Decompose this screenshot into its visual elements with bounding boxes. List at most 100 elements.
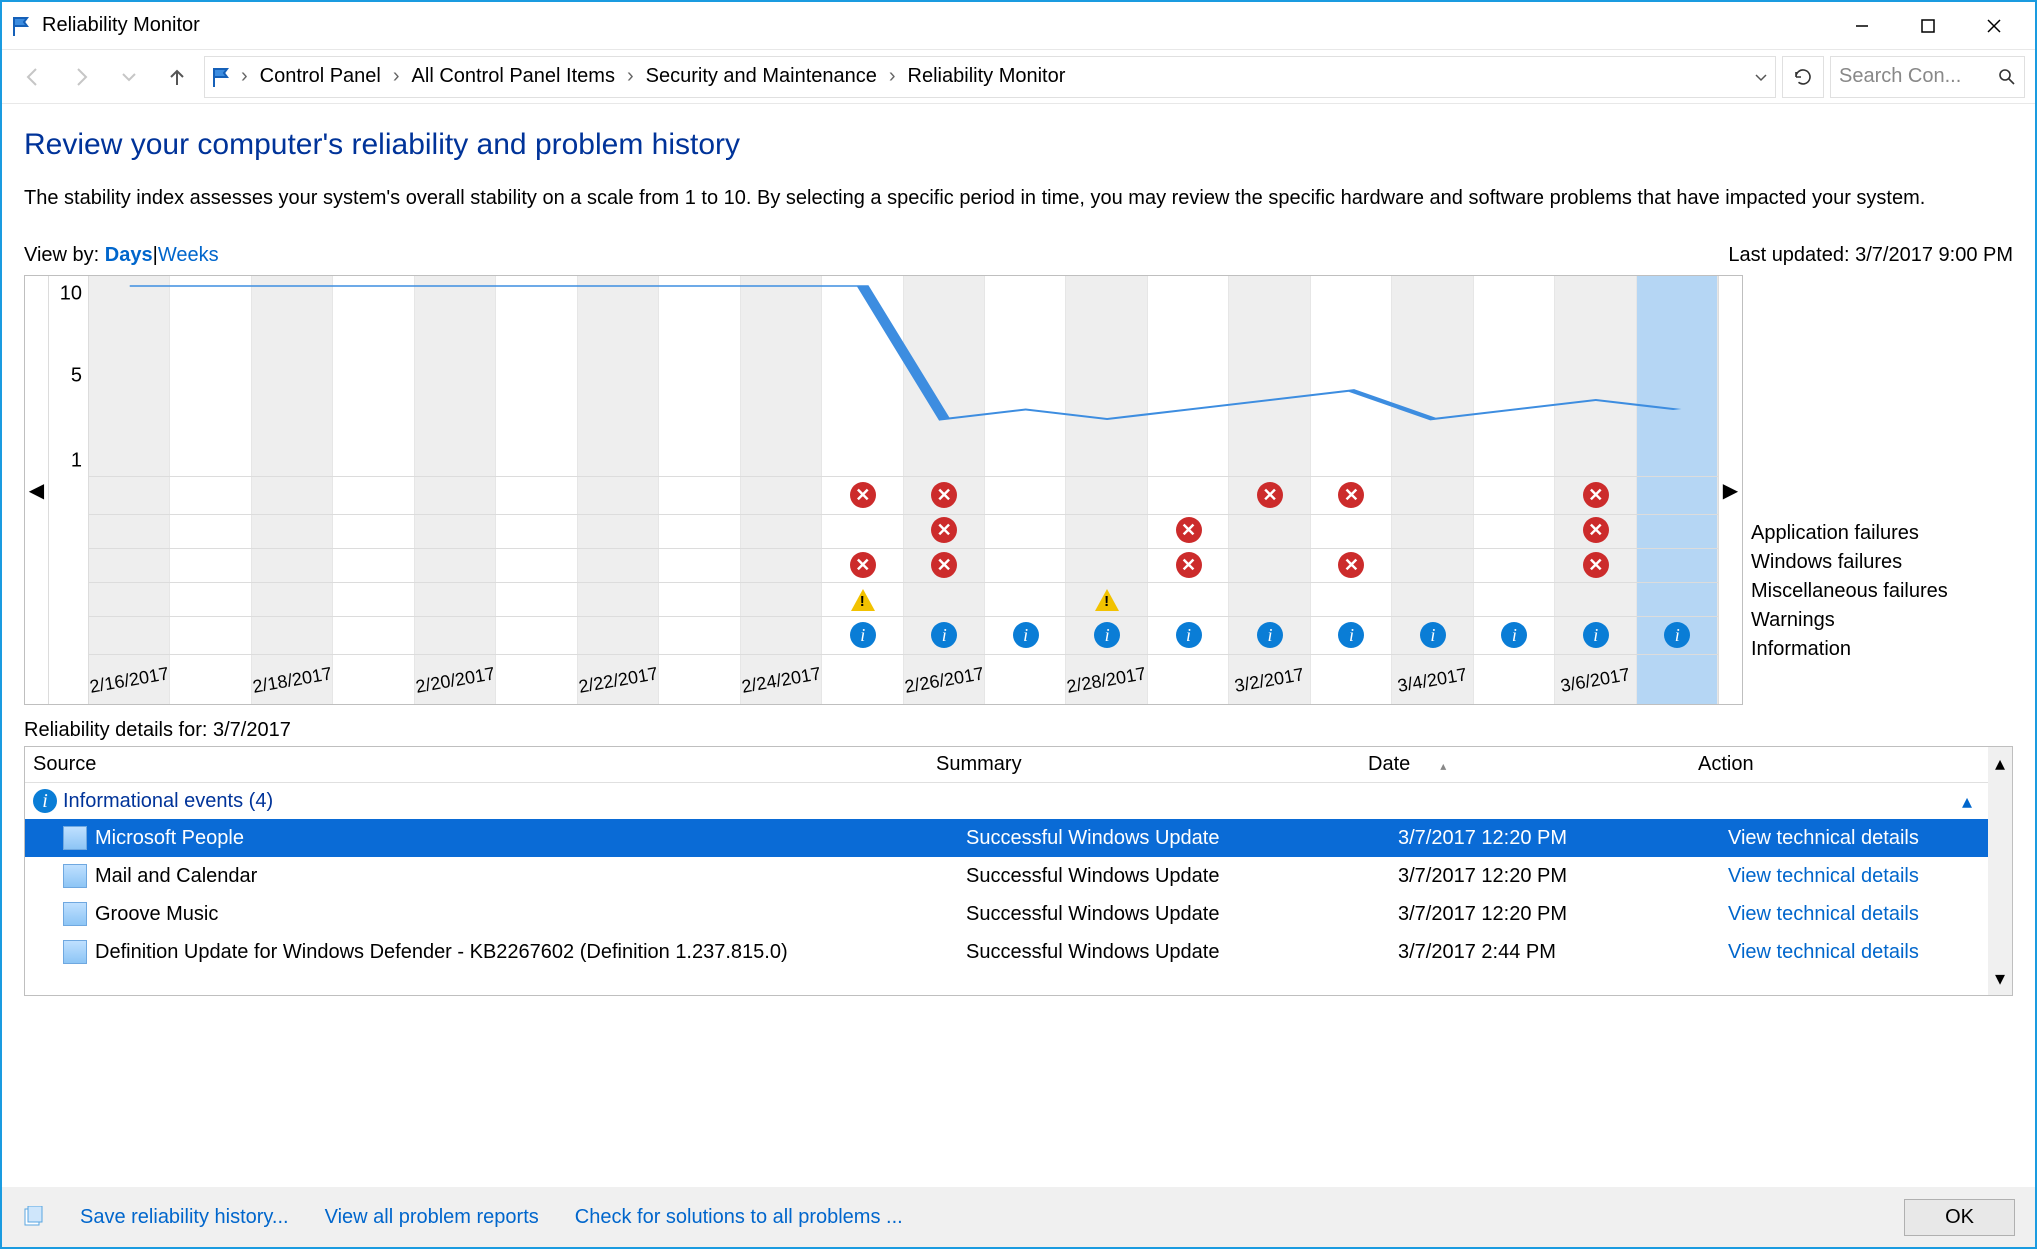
- breadcrumb-item[interactable]: Reliability Monitor: [904, 65, 1070, 88]
- col-action[interactable]: Action: [1698, 753, 2012, 776]
- info-icon[interactable]: i: [1583, 622, 1609, 648]
- info-icon[interactable]: i: [1501, 622, 1527, 648]
- recent-dropdown[interactable]: [108, 56, 150, 98]
- breadcrumb-item[interactable]: Control Panel: [256, 65, 385, 88]
- cell-action-link[interactable]: View technical details: [1728, 941, 2012, 964]
- info-icon[interactable]: i: [931, 622, 957, 648]
- error-icon[interactable]: ✕: [1176, 517, 1202, 543]
- cell-action-link[interactable]: View technical details: [1728, 865, 2012, 888]
- error-icon[interactable]: ✕: [850, 552, 876, 578]
- details-header-label: Reliability details for:: [24, 719, 207, 741]
- chart-scroll-left[interactable]: ◀: [25, 276, 49, 704]
- info-icon[interactable]: i: [1013, 622, 1039, 648]
- error-icon[interactable]: ✕: [1583, 552, 1609, 578]
- y-tick: 5: [71, 365, 82, 388]
- check-solutions-link[interactable]: Check for solutions to all problems ...: [575, 1206, 903, 1229]
- chart-scroll-right[interactable]: ▶: [1718, 276, 1742, 704]
- maximize-button[interactable]: [1895, 4, 1961, 48]
- error-icon[interactable]: ✕: [1583, 482, 1609, 508]
- table-row[interactable]: Microsoft PeopleSuccessful Windows Updat…: [25, 819, 2012, 857]
- x-tick: 2/20/2017: [413, 663, 501, 719]
- x-tick: 2/18/2017: [250, 663, 338, 719]
- chevron-right-icon: ›: [237, 65, 252, 88]
- scroll-up-icon[interactable]: ▴: [1995, 751, 2005, 776]
- view-days-link[interactable]: Days: [105, 244, 153, 267]
- breadcrumb-item[interactable]: All Control Panel Items: [408, 65, 619, 88]
- x-axis: 2/16/20172/18/20172/20/20172/22/20172/24…: [89, 662, 1718, 704]
- reliability-chart: ◀ 10 5 1 ✕ ✕ ✕ ✕ ✕ ✕ ✕ ✕ ✕ ✕ ✕ ✕ ✕ i i i i i i i i i i i: [24, 275, 1743, 705]
- x-tick: 3/6/2017: [1554, 663, 1642, 719]
- cell-summary: Successful Windows Update: [966, 865, 1398, 888]
- x-tick: [169, 663, 257, 719]
- col-summary[interactable]: Summary: [936, 753, 1368, 776]
- info-icon[interactable]: i: [1664, 622, 1690, 648]
- cell-action-link[interactable]: View technical details: [1728, 827, 2012, 850]
- x-tick: [1635, 663, 1723, 719]
- app-flag-icon: [10, 14, 34, 38]
- footer: Save reliability history... View all pro…: [2, 1187, 2035, 1247]
- info-icon[interactable]: i: [1420, 622, 1446, 648]
- warning-icon[interactable]: [1094, 587, 1120, 613]
- up-button[interactable]: [156, 56, 198, 98]
- back-button[interactable]: [12, 56, 54, 98]
- error-icon[interactable]: ✕: [1583, 517, 1609, 543]
- error-icon[interactable]: ✕: [931, 482, 957, 508]
- ok-button[interactable]: OK: [1904, 1199, 2015, 1236]
- x-tick: 3/2/2017: [1228, 663, 1316, 719]
- cell-action-link[interactable]: View technical details: [1728, 903, 2012, 926]
- search-input[interactable]: Search Con...: [1830, 56, 2025, 98]
- info-icon[interactable]: i: [1094, 622, 1120, 648]
- error-icon[interactable]: ✕: [1338, 552, 1364, 578]
- error-icon[interactable]: ✕: [850, 482, 876, 508]
- view-all-reports-link[interactable]: View all problem reports: [325, 1206, 539, 1229]
- col-date[interactable]: Date▴: [1368, 753, 1698, 776]
- y-tick: 10: [60, 283, 82, 306]
- vertical-scrollbar[interactable]: ▴ ▾: [1988, 747, 2012, 995]
- info-icon[interactable]: i: [1257, 622, 1283, 648]
- app-icon: [63, 864, 87, 888]
- error-icon[interactable]: ✕: [1257, 482, 1283, 508]
- error-icon[interactable]: ✕: [931, 517, 957, 543]
- error-icon[interactable]: ✕: [1176, 552, 1202, 578]
- x-tick: [658, 663, 746, 719]
- app-icon: [63, 940, 87, 964]
- group-informational[interactable]: i Informational events (4) ▴: [25, 783, 2012, 819]
- forward-button[interactable]: [60, 56, 102, 98]
- x-tick: [495, 663, 583, 719]
- table-row[interactable]: Groove MusicSuccessful Windows Update3/7…: [25, 895, 2012, 933]
- x-tick: [332, 663, 420, 719]
- warning-icon[interactable]: [850, 587, 876, 613]
- x-tick: 2/26/2017: [902, 663, 990, 719]
- refresh-button[interactable]: [1782, 56, 1824, 98]
- chart-body[interactable]: ✕ ✕ ✕ ✕ ✕ ✕ ✕ ✕ ✕ ✕ ✕ ✕ ✕ i i i i i i i i i i i 2/16/20172/1…: [89, 276, 1718, 704]
- info-icon[interactable]: i: [850, 622, 876, 648]
- group-label: Informational events (4): [63, 790, 273, 813]
- page-title: Review your computer's reliability and p…: [24, 128, 2013, 162]
- x-tick: [1146, 663, 1234, 719]
- y-axis: 10 5 1: [49, 276, 89, 704]
- col-source[interactable]: Source: [33, 753, 936, 776]
- x-tick: 2/22/2017: [576, 663, 664, 719]
- info-icon[interactable]: i: [1176, 622, 1202, 648]
- table-row[interactable]: Mail and CalendarSuccessful Windows Upda…: [25, 857, 2012, 895]
- collapse-caret-icon[interactable]: ▴: [1962, 789, 1972, 814]
- cell-summary: Successful Windows Update: [966, 903, 1398, 926]
- breadcrumb-dropdown[interactable]: [1753, 69, 1769, 85]
- cell-summary: Successful Windows Update: [966, 941, 1398, 964]
- view-weeks-link[interactable]: Weeks: [158, 244, 219, 267]
- scroll-down-icon[interactable]: ▾: [1995, 966, 2005, 991]
- breadcrumb-flag-icon: [211, 66, 233, 88]
- error-icon[interactable]: ✕: [931, 552, 957, 578]
- info-icon[interactable]: i: [1338, 622, 1364, 648]
- x-tick: [820, 663, 908, 719]
- error-icon[interactable]: ✕: [1338, 482, 1364, 508]
- minimize-button[interactable]: [1829, 4, 1895, 48]
- save-history-link[interactable]: Save reliability history...: [80, 1206, 289, 1229]
- chevron-right-icon: ›: [389, 65, 404, 88]
- close-button[interactable]: [1961, 4, 2027, 48]
- breadcrumb[interactable]: › Control Panel › All Control Panel Item…: [204, 56, 1776, 98]
- legend-information: Information: [1751, 638, 2005, 661]
- cell-date: 3/7/2017 12:20 PM: [1398, 827, 1728, 850]
- breadcrumb-item[interactable]: Security and Maintenance: [642, 65, 881, 88]
- table-row[interactable]: Definition Update for Windows Defender -…: [25, 933, 2012, 971]
